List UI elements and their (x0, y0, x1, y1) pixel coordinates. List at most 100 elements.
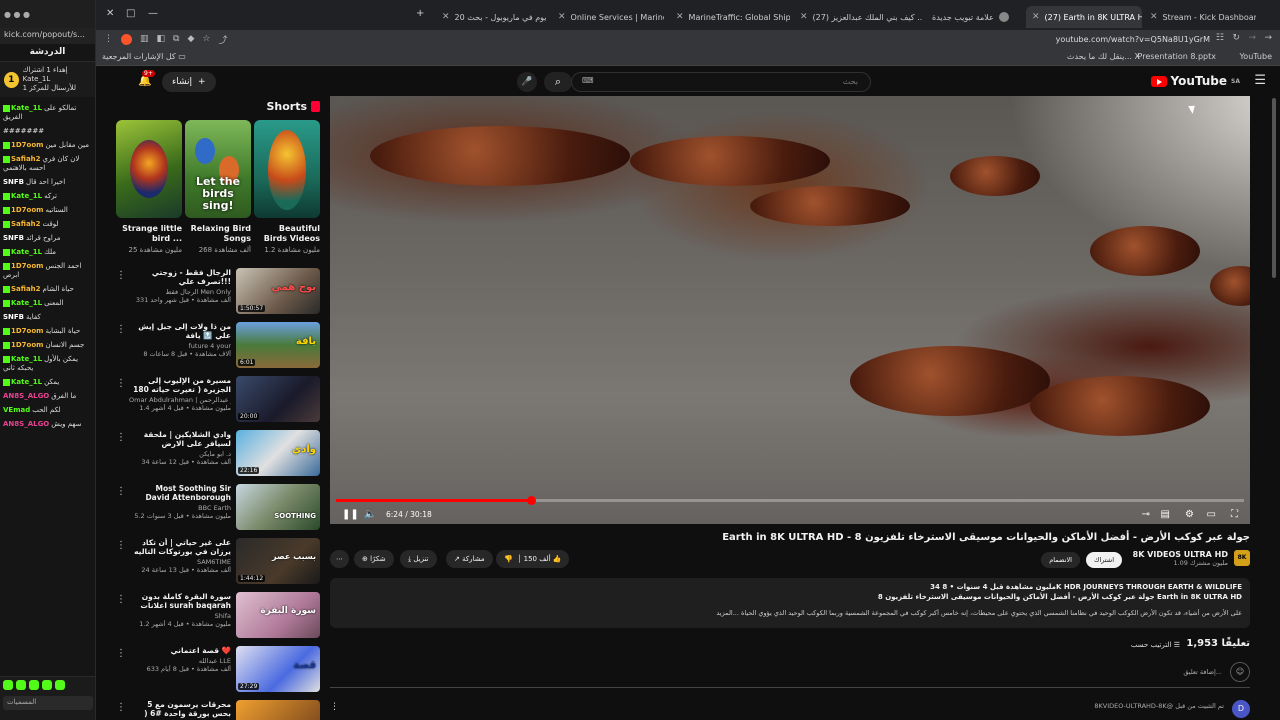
recommendation-item[interactable]: ⋮ 5 محرقات يرسمون مع بحس بورقة واحدة #6 … (116, 700, 320, 720)
bookmark-star-icon[interactable]: ☆ (202, 34, 210, 44)
window-controls[interactable]: ● ● ● (4, 10, 30, 19)
chat-user[interactable]: Safiah2 (11, 155, 41, 163)
recommendation-item[interactable]: ⋮ مسيرة من الإليوب إلى الجزيرة ( تغيرت ح… (116, 376, 320, 422)
emote-icon[interactable] (3, 680, 13, 690)
recommendation-item[interactable]: ⋮ على غير حياتي | أن تكاد يرزان في بورتو… (116, 538, 320, 584)
tab-new-tab[interactable]: علامة تبويب جديدة (926, 6, 1022, 28)
sort-comments-button[interactable]: الترتيب حسب ☰ (1131, 641, 1180, 649)
chat-user[interactable]: SNFB (3, 234, 24, 242)
more-options-icon[interactable]: ⋮ (116, 268, 126, 314)
video-thumbnail[interactable]: 20:00 (236, 376, 320, 422)
create-button[interactable]: إنشاء + (162, 72, 216, 92)
settings-gear-icon[interactable]: ⚙ (1185, 509, 1194, 520)
notifications-bell-icon[interactable]: 🔔 9+ (138, 70, 155, 87)
forward-icon[interactable]: → (1248, 33, 1256, 43)
thanks-button[interactable]: ⊕ شكرًا (354, 550, 394, 568)
search-input[interactable]: بحث (571, 72, 871, 92)
new-tab-icon[interactable]: + (416, 8, 424, 19)
add-comment-input[interactable]: إضافة تعليق... (1183, 668, 1222, 676)
rewards-icon[interactable]: ◆ (187, 34, 194, 44)
chat-user[interactable]: 1D7oom (11, 327, 43, 335)
chat-user[interactable]: VEmad (3, 406, 30, 414)
channel-info[interactable]: 8K VIDEOS ULTRA HD 1.09 مليون مشترك 8K (1133, 550, 1250, 567)
video-thumbnail[interactable] (236, 700, 320, 720)
all-bookmarks-link[interactable]: كل الإشارات المرجعية ▭ (102, 52, 186, 61)
tab-close-icon[interactable]: ✕ (676, 12, 684, 22)
fullscreen-icon[interactable]: ⛶ (1231, 509, 1238, 520)
video-thumbnail[interactable]: قصة 27:29 (236, 646, 320, 692)
wallet-icon[interactable]: ◧ (157, 34, 166, 44)
chat-user[interactable]: AN8S_ALGO (3, 420, 49, 428)
video-thumbnail[interactable]: وادي 22:16 (236, 430, 320, 476)
video-thumbnail[interactable]: سورة البقرة (236, 592, 320, 638)
tab-google-search[interactable]: ✕20 يوم في ماريوبول - بحث Google (436, 6, 546, 28)
share-icon[interactable]: ⤴ (218, 33, 227, 46)
short-thumbnail[interactable] (254, 120, 320, 218)
chat-user[interactable]: Kate_1L (11, 378, 42, 386)
chat-user[interactable]: Kate_1L (11, 192, 42, 200)
short-item[interactable]: Strange little bird ... 25 مليون مشاهدة (116, 120, 182, 254)
emote-bar[interactable] (3, 680, 93, 690)
extensions-icon[interactable]: ⧉ (173, 34, 179, 44)
window-minimize-icon[interactable]: — (148, 8, 158, 19)
channel-avatar[interactable]: 8K (1234, 550, 1250, 566)
chat-user[interactable]: 1D7oom (11, 341, 43, 349)
chat-user[interactable]: Safiah2 (11, 220, 41, 228)
tab-marinetraffic-global[interactable]: ✕MarineTraffic: Global Ship Track (670, 6, 790, 28)
tab-marinetraffic-services[interactable]: ✕Online Services | MarineTraffic (552, 6, 664, 28)
chat-user[interactable]: Kate_1L (11, 355, 42, 363)
chat-user[interactable]: SNFB (3, 178, 24, 186)
chat-user[interactable]: Kate_1L (11, 299, 42, 307)
short-item[interactable]: Beautiful Birds Videos 1.2 مليون مشاهدة (254, 120, 320, 254)
chat-user[interactable]: 1D7oom (11, 141, 43, 149)
hamburger-menu-icon[interactable]: ☰ (1254, 73, 1266, 88)
chat-user[interactable]: 1D7oom (11, 206, 43, 214)
add-comment-row[interactable]: إضافة تعليق... ☺ (330, 662, 1250, 688)
video-thumbnail[interactable]: بسبب عصر 1:44:12 (236, 538, 320, 584)
keyboard-icon[interactable]: ⌨ (582, 76, 594, 85)
more-options-icon[interactable]: ⋮ (116, 322, 126, 368)
menu-icon[interactable]: ⋮ (104, 34, 113, 44)
description-box[interactable]: 34 مليون مشاهدة قبل 4 سنوات • 8K HDR JOU… (330, 578, 1250, 628)
short-title[interactable]: Beautiful Birds Videos (254, 224, 320, 244)
more-options-icon[interactable]: ⋮ (116, 592, 126, 638)
tab-close-icon[interactable]: ✕ (442, 12, 450, 22)
chat-user[interactable]: AN8S_ALGO (3, 392, 49, 400)
progress-bar[interactable] (336, 496, 1244, 505)
tab-close-icon[interactable]: ✕ (800, 12, 808, 22)
tab-youtube-king[interactable]: ✕(27) كيف بني الملك عبدالعزيز ... (794, 6, 922, 28)
comment-options-icon[interactable]: ⋮ (330, 702, 339, 712)
emote-icon[interactable] (55, 680, 65, 690)
chat-user[interactable]: 1D7oom (11, 262, 43, 270)
theater-mode-icon[interactable]: ▭ (1207, 509, 1216, 520)
emote-icon[interactable] (16, 680, 26, 690)
chat-user[interactable]: SNFB (3, 313, 24, 321)
volume-icon[interactable]: 🔈 (364, 509, 376, 520)
page-scrollbar[interactable] (1272, 98, 1276, 278)
recommendation-item[interactable]: ⋮ من ذا ولات إلى جبل إيش علي 🔝 يافة futur… (116, 322, 320, 368)
url-field[interactable]: youtube.com/watch?v=Q5Na8U1yGrM (1056, 35, 1210, 44)
reload-icon[interactable]: ↻ (1232, 33, 1240, 43)
short-thumbnail[interactable]: Let the birds sing! (185, 120, 251, 218)
more-options-icon[interactable]: ⋮ (116, 376, 126, 422)
emoji-icon[interactable]: ☺ (1230, 662, 1250, 682)
voice-search-icon[interactable]: 🎤 (517, 72, 537, 92)
tab-close-icon[interactable]: ✕ (1150, 12, 1158, 22)
more-options-icon[interactable]: ⋮ (116, 700, 126, 720)
download-button[interactable]: ⤓ تنزيل (400, 550, 437, 568)
more-actions-icon[interactable]: ⋯ (330, 550, 349, 568)
search-icon[interactable]: ⌕ (544, 72, 572, 92)
chat-user[interactable]: Kate_1L (11, 104, 42, 112)
brave-shield-icon[interactable] (121, 33, 132, 45)
short-title[interactable]: Strange little bird ... (116, 224, 182, 244)
youtube-logo[interactable]: YouTube SA (1150, 74, 1240, 88)
window-close-icon[interactable]: ✕ (106, 8, 114, 19)
bookmark-presentation[interactable]: Presentation 8.pptx (1138, 52, 1216, 61)
recommendation-item[interactable]: ⋮ سورة البقرة كاملة بدون اعلانات surah b… (116, 592, 320, 638)
scrubber-handle[interactable] (527, 496, 537, 505)
sidebar-icon[interactable]: ▥ (140, 34, 149, 44)
pause-icon[interactable]: ❚❚ (342, 509, 359, 520)
recommendation-item[interactable]: ⋮ قصة اعتماني ❤️ عبدالله LLE 633 ألف مشاهد… (116, 646, 320, 692)
recommendation-item[interactable]: ⋮ Most Soothing Sir David Attenborough M… (116, 484, 320, 530)
back-icon[interactable]: → (1264, 33, 1272, 43)
